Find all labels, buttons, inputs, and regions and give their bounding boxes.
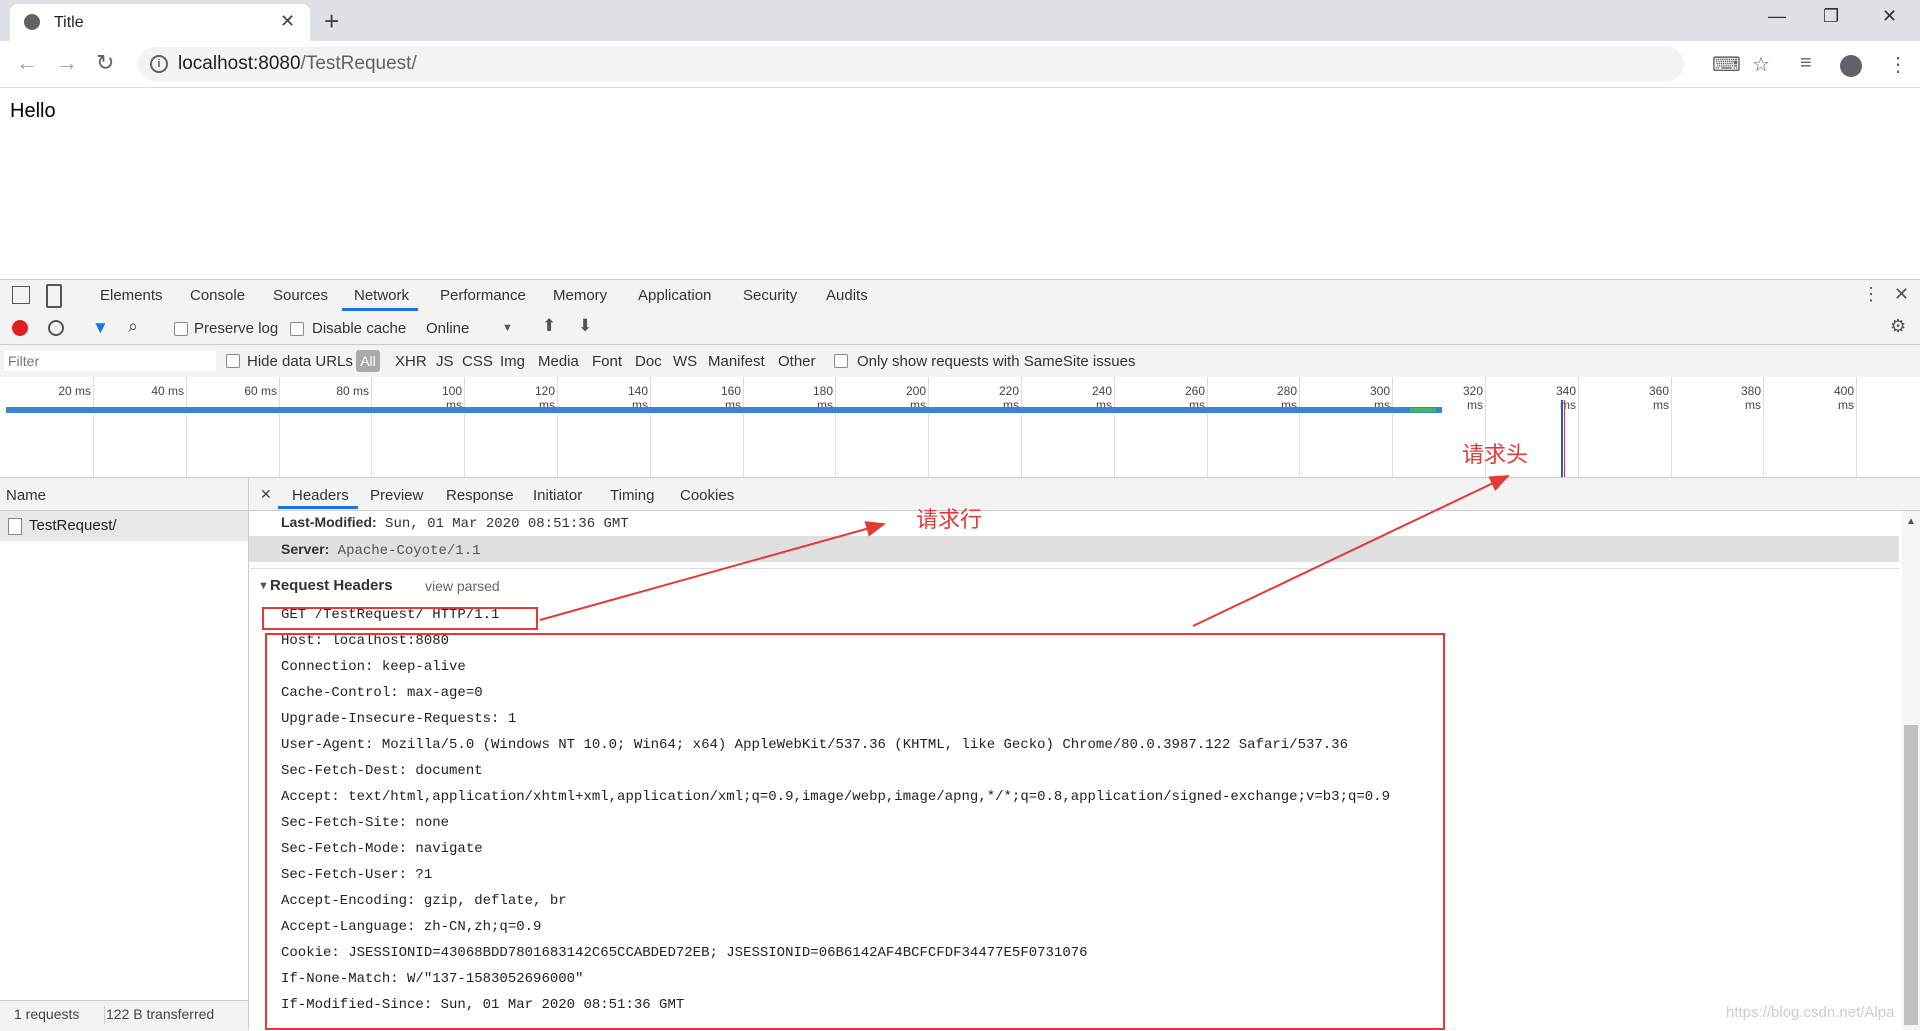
request-line-arrow bbox=[539, 521, 886, 621]
annotation-arrows bbox=[539, 475, 1510, 627]
watermark-text: https://blog.csdn.net/Alpa bbox=[1726, 1004, 1895, 1021]
request-header-arrow bbox=[1192, 475, 1510, 627]
